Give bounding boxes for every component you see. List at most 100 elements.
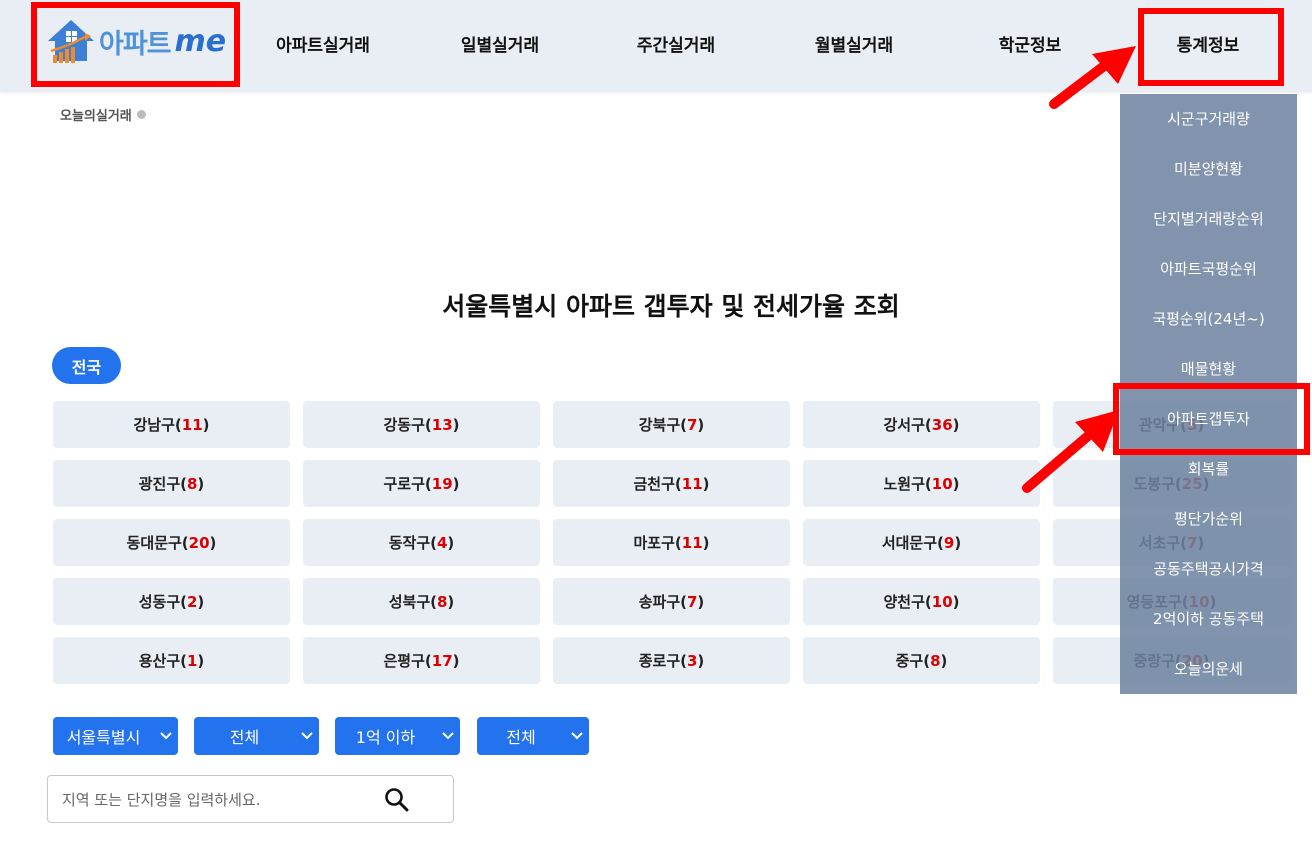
chevron-down-icon [436,732,460,740]
header: 아파트 me 아파트실거래 일별실거래 주간실거래 월별실거래 학군정보 통계정… [0,0,1312,92]
nav-statistics[interactable]: 통계정보 [1123,31,1293,56]
paren-close: ) [197,474,205,493]
menu-item-national-size-rank[interactable]: 아파트국평순위 [1120,258,1297,279]
district-name: 강북구 [638,416,681,434]
gap-amount-select[interactable]: 1억 이하 [335,717,460,755]
paren-open: ( [424,474,432,493]
menu-item-listings[interactable]: 매물현황 [1120,358,1297,379]
district-count: 9 [943,533,955,552]
district-button[interactable]: 강북구(7) [553,401,790,448]
district-button[interactable]: 동대문구(20) [53,519,290,566]
district-button[interactable]: 강서구(36) [803,401,1040,448]
menu-item-public-price[interactable]: 공동주택공시가격 [1120,558,1297,579]
size-select[interactable]: 전체 [477,717,589,755]
district-count: 8 [436,592,448,611]
logo-text: 아파트 [99,28,172,60]
district-button[interactable]: 성북구(8) [303,578,540,625]
paren-close: ) [447,533,455,552]
paren-close: ) [697,415,705,434]
menu-item-gap-investment[interactable]: 아파트갭투자 [1120,408,1297,429]
district-count: 11 [181,415,203,434]
district-count: 8 [930,651,941,670]
district-button[interactable]: 송파구(7) [553,578,790,625]
district-button[interactable]: 강남구(11) [53,401,290,448]
district-count: 3 [686,651,698,670]
district-button[interactable]: 금천구(11) [553,460,790,507]
district-button[interactable]: 구로구(19) [303,460,540,507]
nav-monthly-trades[interactable]: 월별실거래 [769,31,939,56]
paren-open: ( [674,533,682,552]
district-count: 19 [431,474,453,493]
district-select[interactable]: 전체 [194,717,319,755]
menu-item-national-size-rank-24[interactable]: 국평순위(24년~) [1120,308,1297,329]
today-trades-link[interactable]: 오늘의실거래 [60,105,146,124]
paren-open: ( [430,533,437,552]
nav-school-info[interactable]: 학군정보 [945,31,1115,56]
district-count: 1 [186,651,198,670]
district-count: 8 [186,474,198,493]
district-button[interactable]: 중구(8) [803,637,1040,684]
nav-apt-trades[interactable]: 아파트실거래 [238,31,408,56]
paren-open: ( [937,533,944,552]
statistics-dropdown: 시군구거래량 미분양현황 단지별거래량순위 아파트국평순위 국평순위(24년~)… [1120,94,1297,694]
district-count: 36 [931,415,953,434]
menu-item-complex-volume-rank[interactable]: 단지별거래량순위 [1120,208,1297,229]
district-count: 7 [686,415,698,434]
district-count: 4 [436,533,448,552]
district-button[interactable]: 광진구(8) [53,460,290,507]
paren-close: ) [202,415,210,434]
district-count: 11 [681,474,703,493]
paren-open: ( [674,474,682,493]
paren-close: ) [952,592,960,611]
district-button[interactable]: 강동구(13) [303,401,540,448]
city-select[interactable]: 서울특별시 [53,717,178,755]
district-name: 마포구 [633,534,675,552]
logo[interactable]: 아파트 me [45,16,226,66]
paren-open: ( [924,474,932,493]
logo-me: me [174,23,227,59]
gap-amount-select-value: 1억 이하 [355,728,416,747]
district-button[interactable]: 동작구(4) [303,519,540,566]
district-button[interactable]: 종로구(3) [553,637,790,684]
menu-item-under-200m[interactable]: 2억이하 공동주택 [1120,608,1297,629]
district-button[interactable]: 은평구(17) [303,637,540,684]
district-button[interactable]: 마포구(11) [553,519,790,566]
district-button[interactable]: 서대문구(9) [803,519,1040,566]
menu-item-recovery-rate[interactable]: 회복률 [1120,458,1297,479]
district-name: 구로구 [383,475,425,493]
district-count: 7 [686,592,698,611]
menu-item-fortune[interactable]: 오늘의운세 [1120,658,1297,679]
menu-item-district-volume[interactable]: 시군구거래량 [1120,108,1297,129]
district-button[interactable]: 양천구(10) [803,578,1040,625]
paren-close: ) [954,533,962,552]
district-name: 용산구 [138,652,181,670]
search-input[interactable] [62,788,372,812]
nationwide-button[interactable]: 전국 [52,347,121,384]
menu-item-price-per-pyeong[interactable]: 평단가순위 [1120,508,1297,529]
district-name: 강동구 [383,416,425,434]
menu-item-unsold[interactable]: 미분양현황 [1120,158,1297,179]
district-button[interactable]: 성동구(2) [53,578,290,625]
page-title: 서울특별시 아파트 갭투자 및 전세가율 조회 [442,292,900,321]
chevron-down-icon [295,732,319,740]
district-button[interactable]: 용산구(1) [53,637,290,684]
nav-daily-trades[interactable]: 일별실거래 [415,31,585,56]
district-name: 은평구 [383,652,425,670]
district-count: 13 [431,415,453,434]
district-name: 강남구 [133,416,175,434]
district-name: 성동구 [138,593,181,611]
district-name: 성북구 [388,593,431,611]
district-name: 종로구 [638,652,681,670]
paren-close: ) [197,651,205,670]
paren-open: ( [174,415,182,434]
district-name: 송파구 [638,593,681,611]
paren-close: ) [697,651,705,670]
search-icon[interactable] [383,786,411,814]
district-name: 서대문구 [881,534,938,552]
paren-open: ( [924,415,932,434]
district-button[interactable]: 노원구(10) [803,460,1040,507]
paren-close: ) [452,651,460,670]
chevron-down-icon [565,732,589,740]
nav-weekly-trades[interactable]: 주간실거래 [591,31,761,56]
paren-open: ( [180,651,187,670]
